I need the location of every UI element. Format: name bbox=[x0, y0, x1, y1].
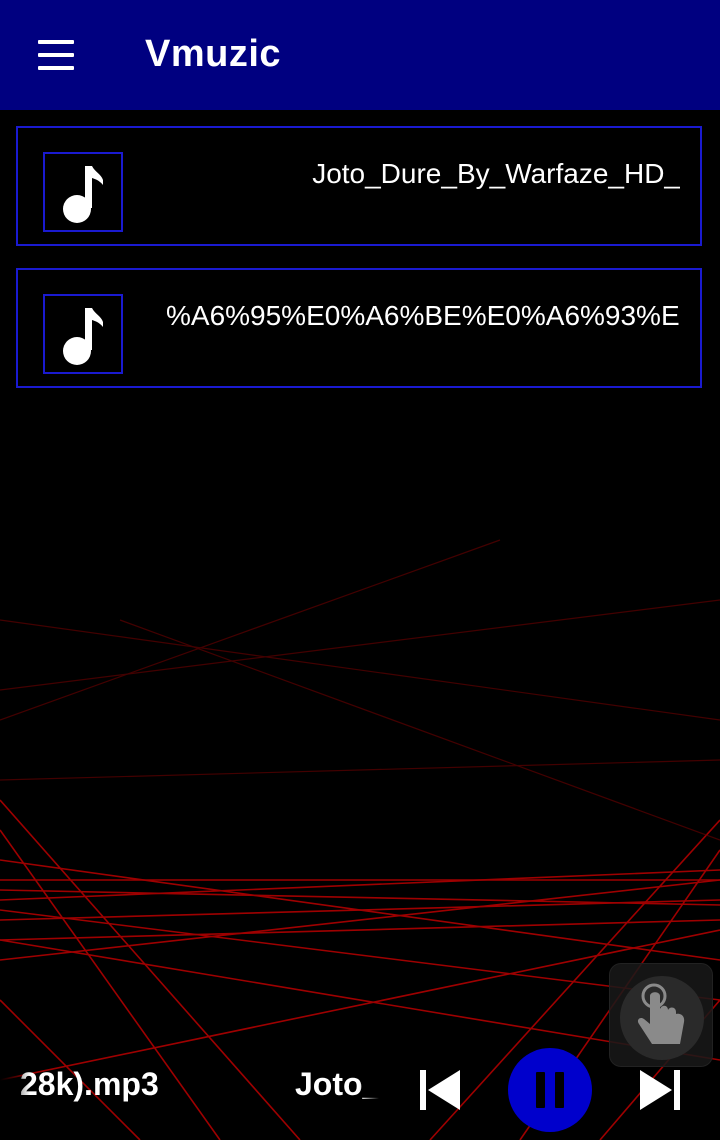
now-playing-title-head: Joto_ bbox=[295, 1062, 379, 1112]
song-name-container: Joto_Dure_By_Warfaze_HD_ bbox=[150, 158, 680, 198]
skip-next-icon bbox=[640, 1070, 680, 1110]
next-button[interactable] bbox=[636, 1066, 684, 1114]
app-title: Vmuzic bbox=[145, 33, 282, 75]
now-playing-title-tail: 28k).mp3 bbox=[0, 1062, 200, 1112]
hamburger-menu-icon bbox=[38, 40, 74, 44]
floating-touch-button[interactable] bbox=[609, 963, 713, 1067]
song-thumbnail bbox=[43, 294, 123, 374]
now-playing-text: 28k).mp3 bbox=[20, 1066, 159, 1102]
previous-button[interactable] bbox=[416, 1066, 464, 1114]
music-note-icon bbox=[63, 308, 103, 365]
song-thumbnail bbox=[43, 152, 123, 232]
pause-icon bbox=[536, 1072, 545, 1108]
touch-gesture-icon bbox=[637, 983, 685, 1044]
fade-overlay bbox=[0, 1062, 30, 1112]
pause-button[interactable] bbox=[508, 1048, 592, 1132]
song-name: Joto_Dure_By_Warfaze_HD_ bbox=[312, 158, 680, 189]
menu-button[interactable] bbox=[26, 30, 86, 80]
app-bar: Vmuzic bbox=[0, 0, 720, 110]
hamburger-menu-icon-bar bbox=[38, 66, 74, 70]
song-list-item[interactable]: %A6%95%E0%A6%BE%E0%A6%93%E0% bbox=[16, 268, 702, 388]
fade-overlay bbox=[359, 1062, 379, 1112]
song-name-container: %A6%95%E0%A6%BE%E0%A6%93%E0% bbox=[166, 300, 680, 340]
hamburger-menu-icon-bar bbox=[38, 53, 74, 57]
song-list-item[interactable]: Joto_Dure_By_Warfaze_HD_ bbox=[16, 126, 702, 246]
music-note-icon bbox=[63, 166, 103, 223]
pause-icon-bar bbox=[555, 1072, 564, 1108]
skip-previous-icon bbox=[420, 1070, 460, 1110]
song-name: %A6%95%E0%A6%BE%E0%A6%93%E0% bbox=[166, 300, 680, 331]
